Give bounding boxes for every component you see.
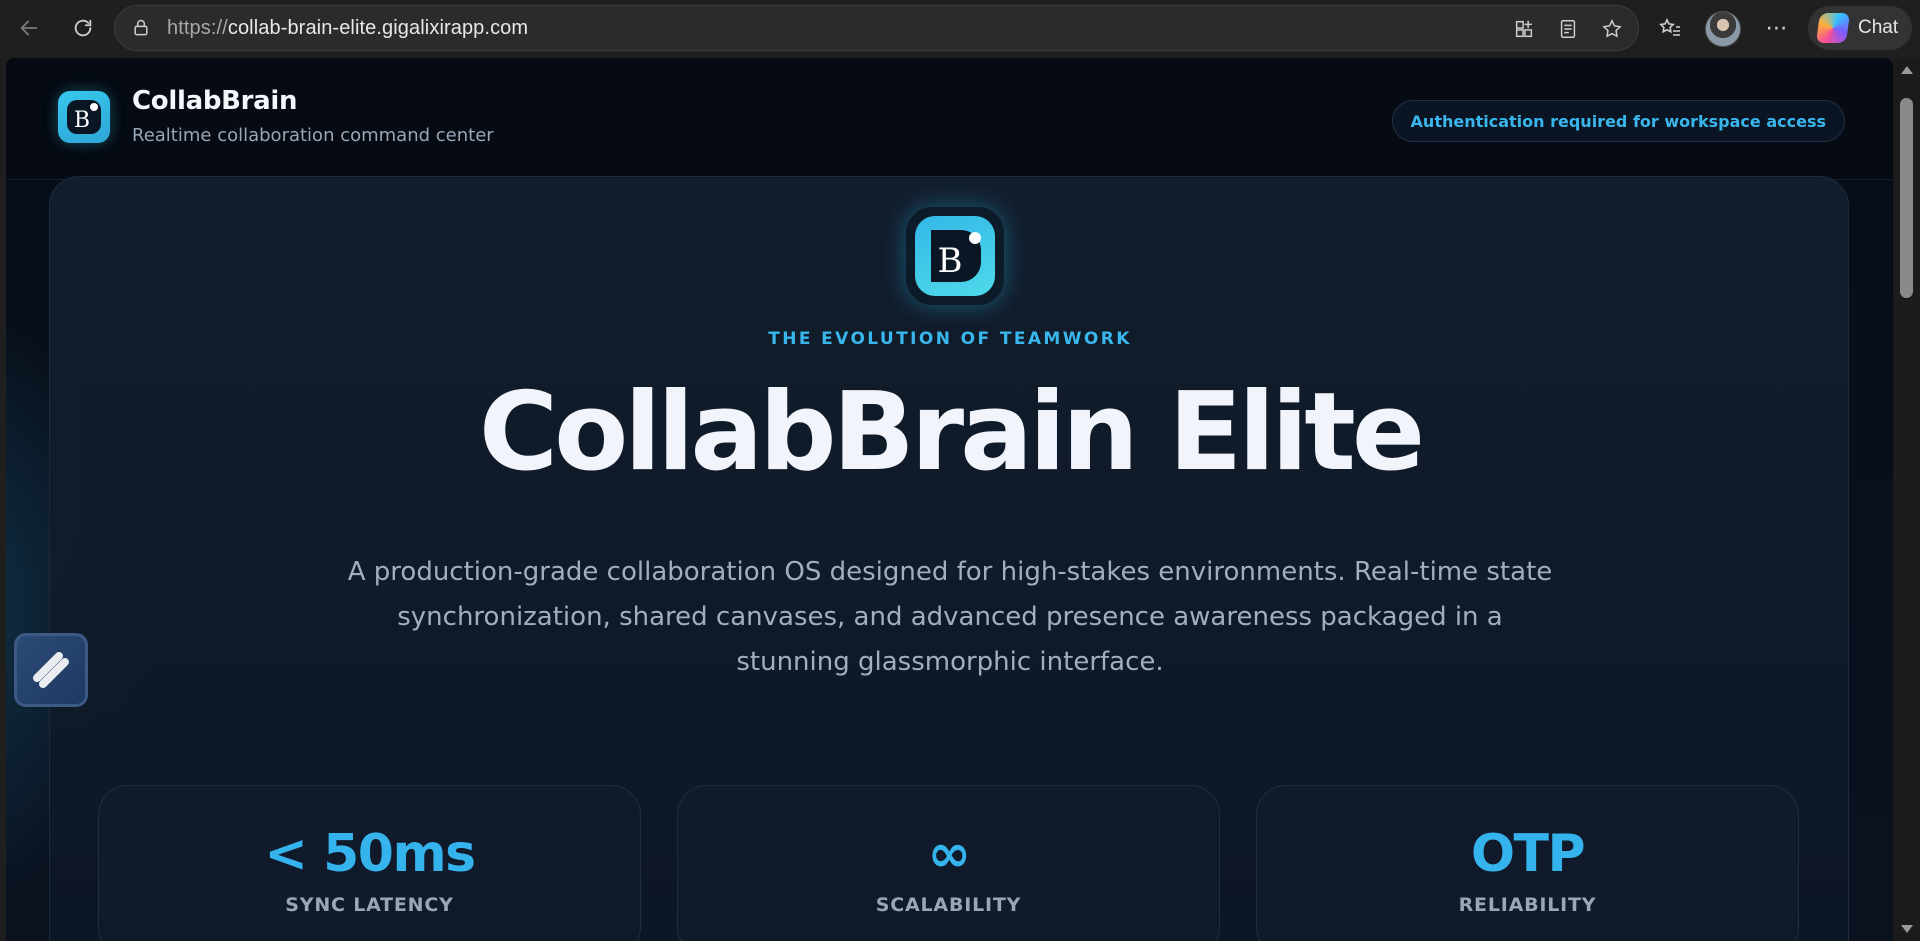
reader-mode-icon[interactable] <box>1552 13 1584 45</box>
stat-card-reliability: OTP RELIABILITY <box>1256 785 1799 941</box>
back-arrow-icon[interactable] <box>12 11 46 45</box>
hero-logo-icon: B <box>915 216 995 296</box>
stats-row: < 50ms SYNC LATENCY ∞ SCALABILITY OTP RE… <box>98 785 1799 941</box>
stat-label: RELIABILITY <box>1458 894 1597 916</box>
more-options-icon[interactable]: ⋯ <box>1760 11 1794 45</box>
hero-card: B THE EVOLUTION OF TEAMWORK CollabBrain … <box>49 176 1849 941</box>
copilot-chat-button[interactable]: Chat <box>1808 6 1912 50</box>
floating-extension-icon[interactable] <box>14 633 88 707</box>
hero-logo-frame: B <box>906 207 1004 305</box>
brand-tagline: Realtime collaboration command center <box>132 125 494 146</box>
svg-text:B: B <box>938 241 963 281</box>
copilot-icon <box>1815 13 1851 43</box>
favorites-list-icon[interactable] <box>1653 11 1687 45</box>
brand-logo-icon[interactable]: B <box>58 91 110 143</box>
page-scrollbar[interactable] <box>1893 58 1920 941</box>
scroll-thumb[interactable] <box>1900 98 1913 298</box>
profile-avatar[interactable] <box>1705 11 1741 47</box>
page-viewport: B CollabBrain Realtime collaboration com… <box>6 58 1893 941</box>
lock-icon[interactable] <box>131 17 153 39</box>
stat-label: SCALABILITY <box>875 894 1022 916</box>
reload-icon[interactable] <box>66 11 100 45</box>
url-host: collab-brain-elite.gigalixirapp.com <box>227 16 529 39</box>
chat-label: Chat <box>1858 17 1899 38</box>
app-header: B CollabBrain Realtime collaboration com… <box>6 58 1893 180</box>
favorite-star-icon[interactable] <box>1596 13 1628 45</box>
stat-value: < 50ms <box>264 824 476 884</box>
hero-title: CollabBrain Elite <box>478 370 1425 495</box>
stat-card-latency: < 50ms SYNC LATENCY <box>98 785 641 941</box>
stat-value: ∞ <box>927 824 971 884</box>
stat-card-scalability: ∞ SCALABILITY <box>677 785 1220 941</box>
stat-label: SYNC LATENCY <box>285 894 454 916</box>
auth-status-badge: Authentication required for workspace ac… <box>1391 100 1845 142</box>
scroll-down-arrow-icon[interactable] <box>1901 925 1913 933</box>
stat-value: OTP <box>1470 824 1586 884</box>
address-bar[interactable]: https://collab-brain-elite.gigalixirapp.… <box>114 5 1639 51</box>
apps-icon[interactable] <box>1508 13 1540 45</box>
url-scheme: https:// <box>167 16 228 39</box>
url-text[interactable]: https://collab-brain-elite.gigalixirapp.… <box>167 17 528 40</box>
browser-toolbar: https://collab-brain-elite.gigalixirapp.… <box>0 0 1920 56</box>
hero-eyebrow: THE EVOLUTION OF TEAMWORK <box>768 329 1132 349</box>
brand-name: CollabBrain <box>132 86 298 116</box>
hero-description: A production-grade collaboration OS desi… <box>347 557 1553 677</box>
scroll-up-arrow-icon[interactable] <box>1901 66 1913 74</box>
svg-text:B: B <box>74 108 90 133</box>
